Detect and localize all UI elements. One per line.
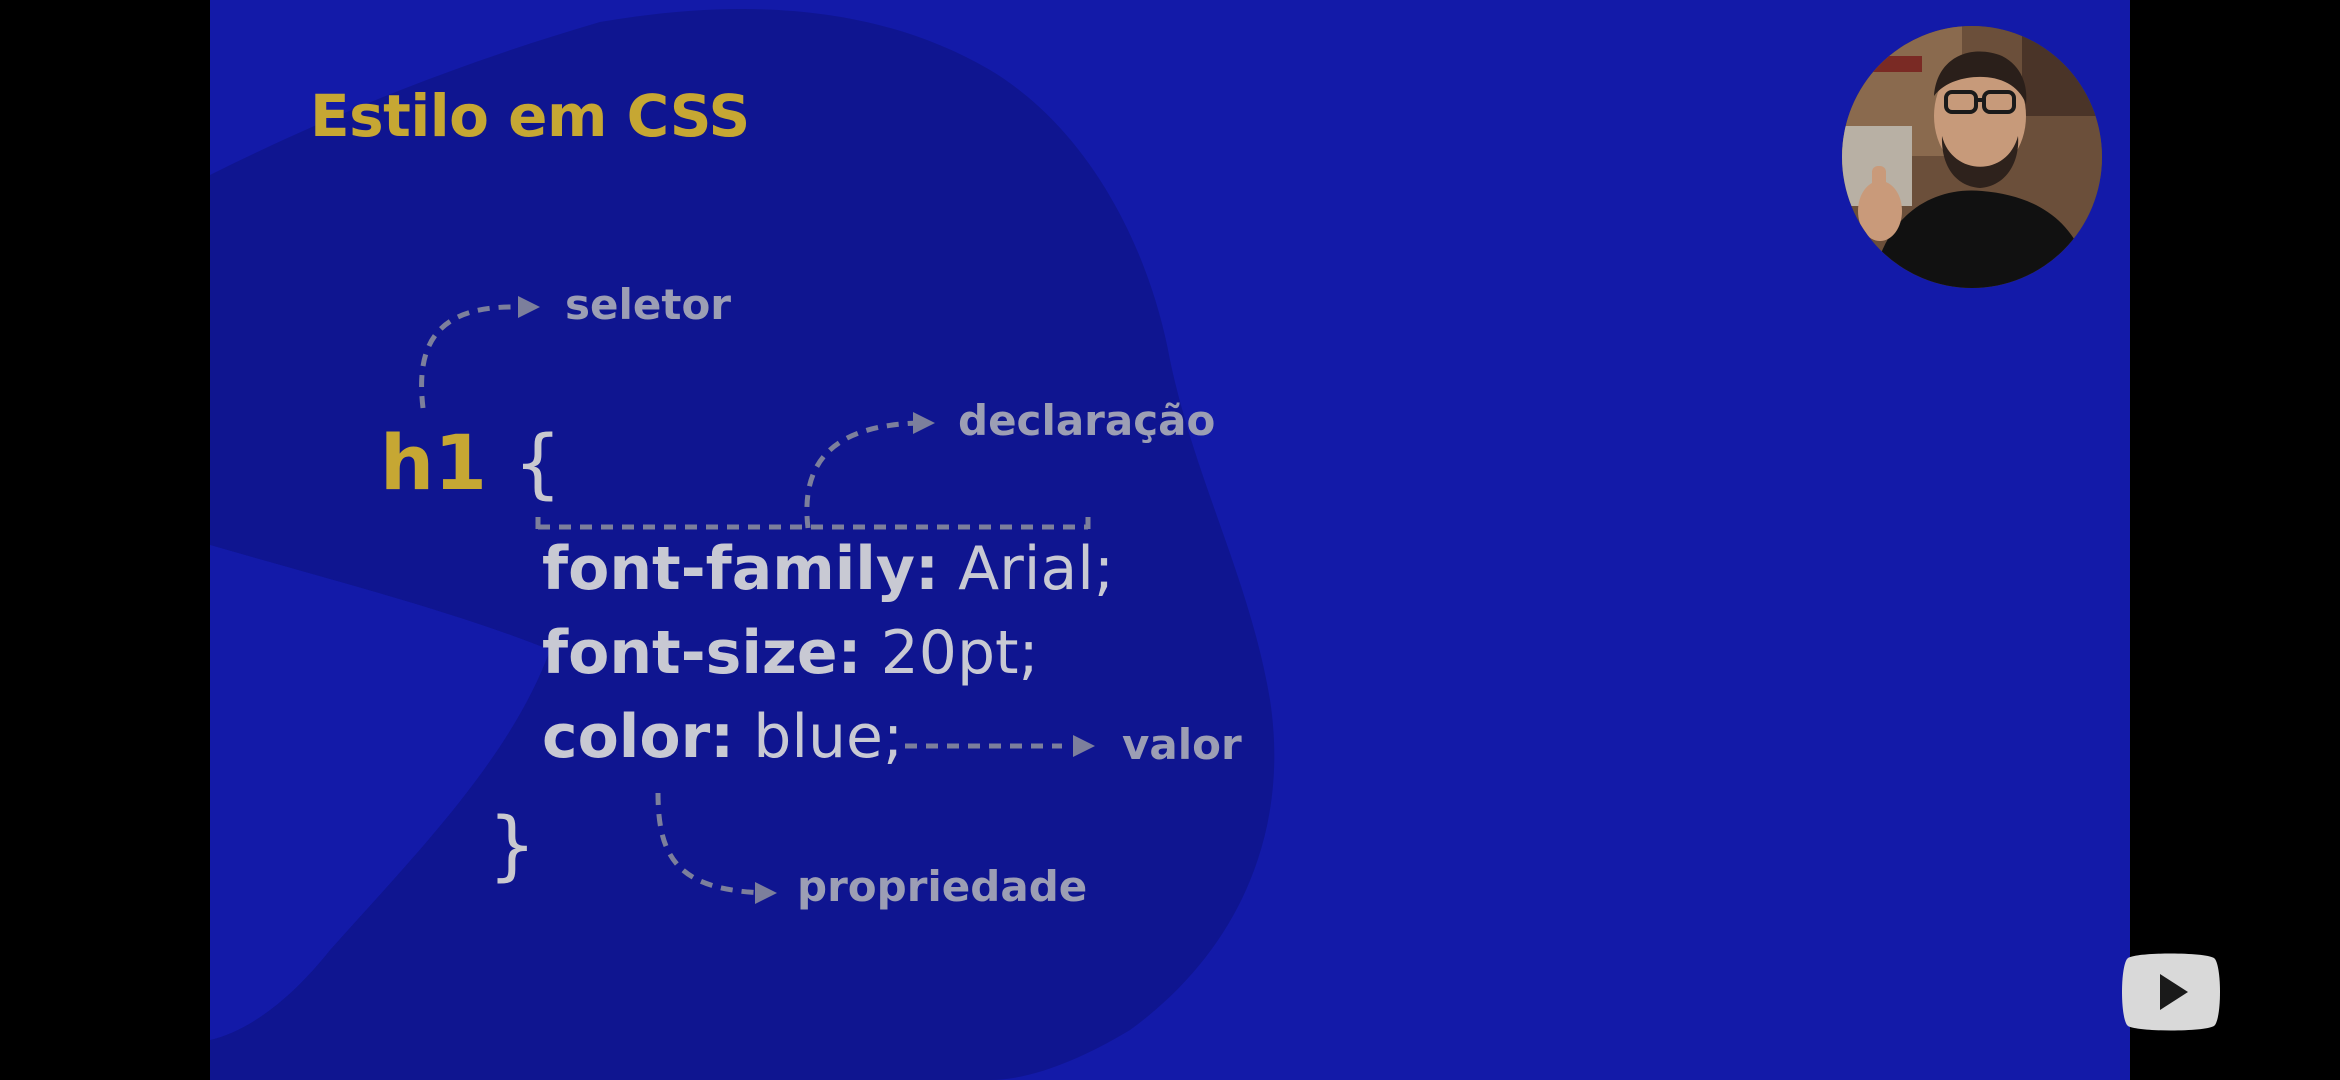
close-brace: } xyxy=(488,800,537,889)
open-brace: { xyxy=(513,418,562,507)
declaration-color: color: blue; xyxy=(542,702,903,772)
presenter-webcam-overlay xyxy=(1842,26,2102,288)
label-valor: valor xyxy=(1122,720,1242,769)
property-name: font-family: xyxy=(542,534,939,604)
youtube-play-button[interactable] xyxy=(2118,950,2224,1034)
declaration-font-family: font-family: Arial; xyxy=(542,534,1114,604)
property-value: blue; xyxy=(753,702,904,772)
css-selector-line: h1 { xyxy=(380,418,562,507)
property-name: color: xyxy=(542,702,735,772)
property-value: 20pt; xyxy=(880,618,1039,688)
presenter-image xyxy=(1842,26,2102,288)
label-declaracao: declaração xyxy=(958,396,1216,445)
label-seletor: seletor xyxy=(565,280,732,329)
css-selector: h1 xyxy=(380,418,487,507)
slide-title: Estilo em CSS xyxy=(310,82,750,150)
property-value: Arial; xyxy=(958,534,1115,604)
declaration-font-size: font-size: 20pt; xyxy=(542,618,1039,688)
label-propriedade: propriedade xyxy=(797,862,1088,911)
youtube-play-icon xyxy=(2122,953,2220,1031)
property-name: font-size: xyxy=(542,618,862,688)
video-frame[interactable]: Estilo em CSS seletor declaração valor p… xyxy=(210,0,2130,1080)
